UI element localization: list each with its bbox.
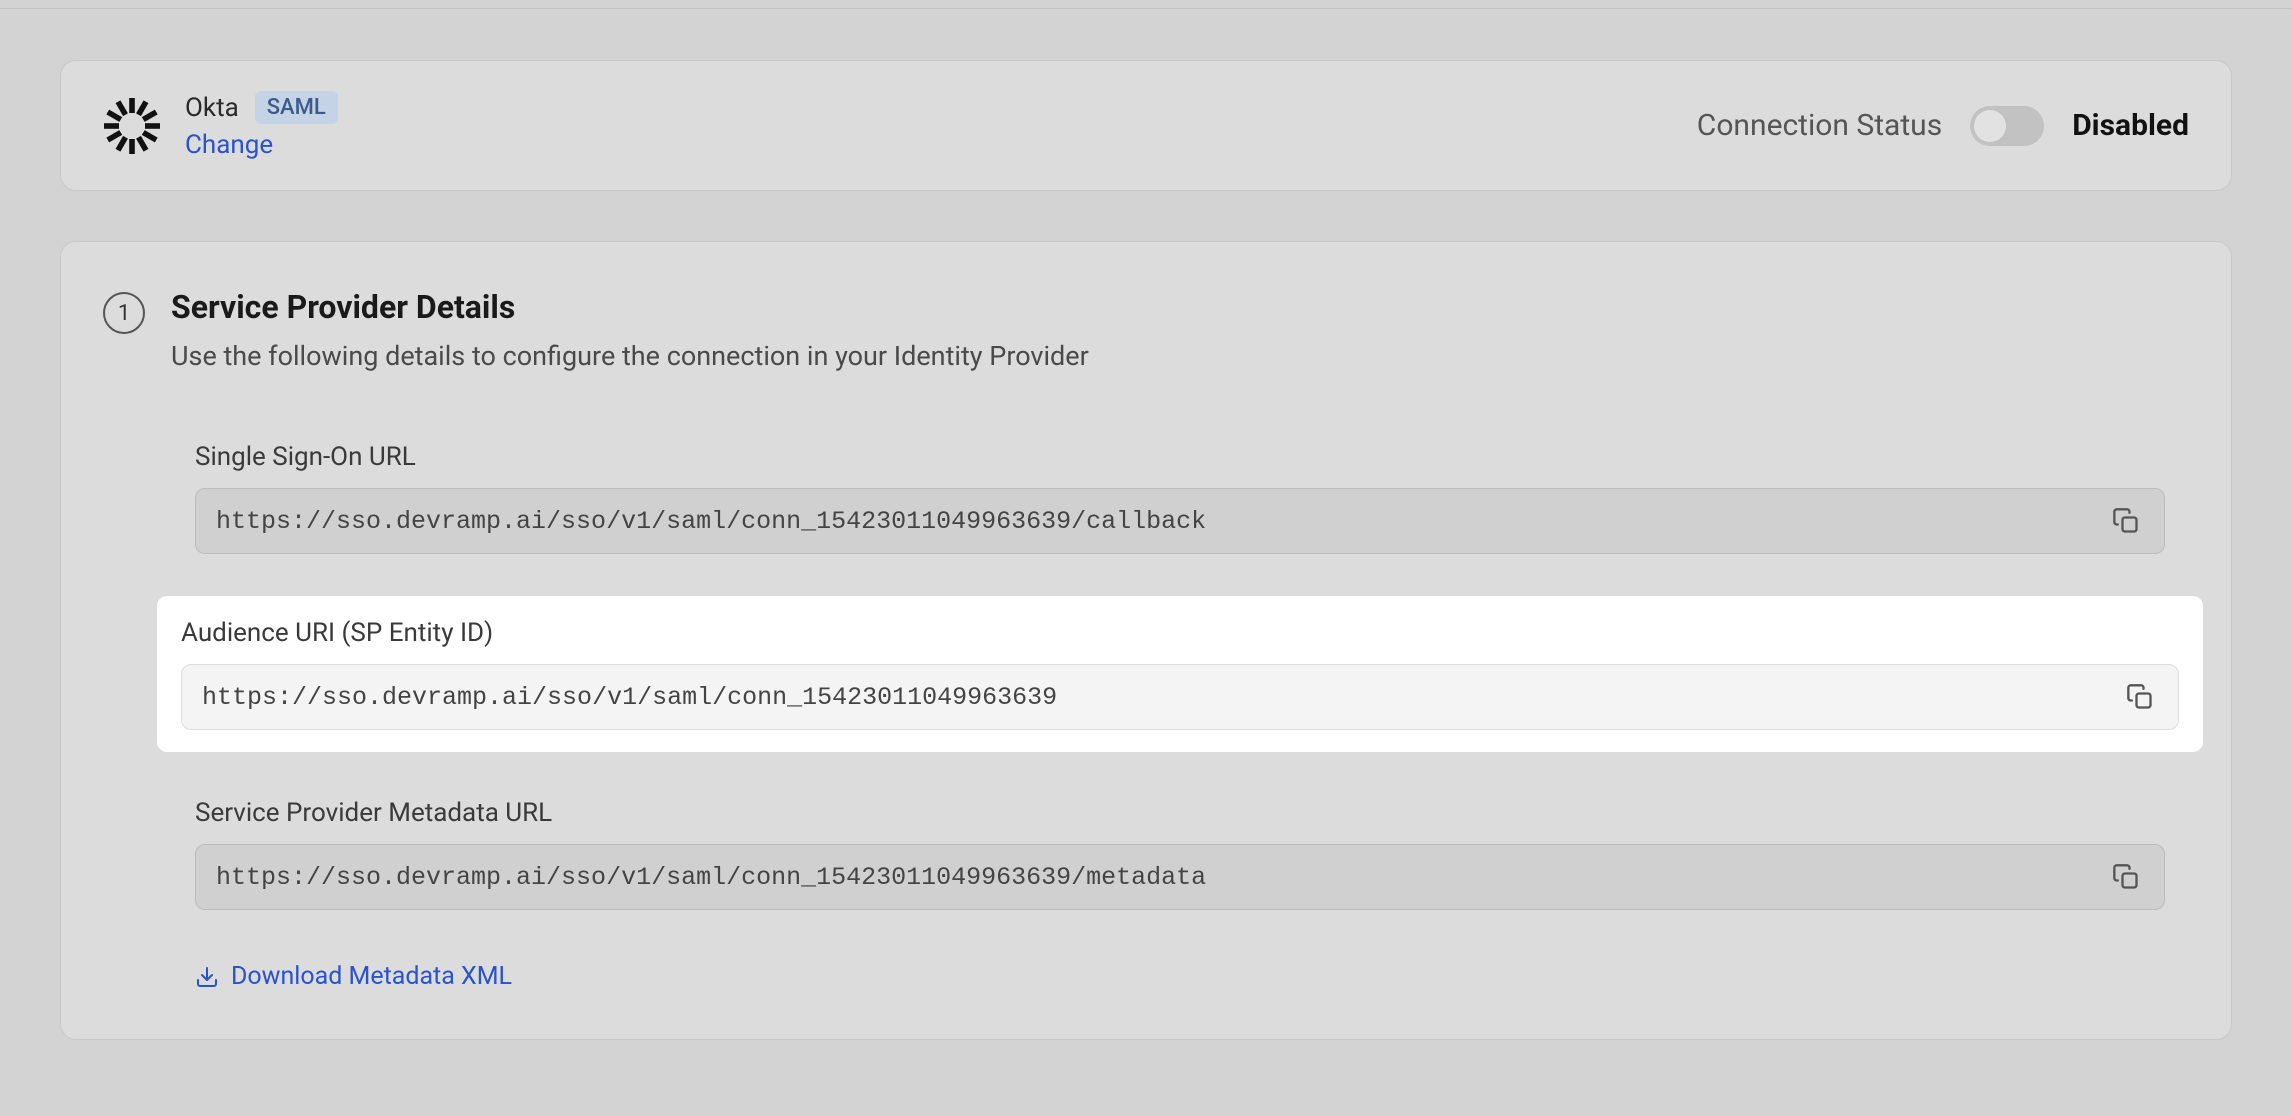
connection-toggle[interactable] — [1970, 106, 2044, 146]
metadata-url-label: Service Provider Metadata URL — [195, 798, 2165, 828]
metadata-url-input-wrap: https://sso.devramp.ai/sso/v1/saml/conn_… — [195, 844, 2165, 910]
provider-info: Okta SAML Change — [185, 91, 338, 160]
okta-logo-icon — [103, 97, 161, 155]
copy-metadata-url-button[interactable] — [2108, 859, 2144, 895]
copy-sso-url-button[interactable] — [2108, 503, 2144, 539]
audience-uri-label: Audience URI (SP Entity ID) — [181, 618, 2179, 648]
sso-url-input-wrap: https://sso.devramp.ai/sso/v1/saml/conn_… — [195, 488, 2165, 554]
download-metadata-link[interactable]: Download Metadata XML — [171, 962, 512, 991]
section-titles: Service Provider Details Use the followi… — [171, 288, 1089, 372]
sso-url-label: Single Sign-On URL — [195, 442, 2165, 472]
copy-icon — [2112, 863, 2140, 891]
sso-url-value: https://sso.devramp.ai/sso/v1/saml/conn_… — [216, 507, 2108, 536]
copy-audience-uri-button[interactable] — [2122, 679, 2158, 715]
connection-header-card: Okta SAML Change Connection Status Disab… — [60, 60, 2232, 191]
provider-name: Okta — [185, 93, 239, 123]
copy-icon — [2112, 507, 2140, 535]
fields-wrap: Single Sign-On URL https://sso.devramp.a… — [103, 426, 2189, 993]
metadata-url-value: https://sso.devramp.ai/sso/v1/saml/conn_… — [216, 863, 2108, 892]
section-title: Service Provider Details — [171, 288, 1089, 326]
toggle-knob — [1974, 110, 2006, 142]
step-number-badge: 1 — [103, 292, 145, 334]
section-header: 1 Service Provider Details Use the follo… — [103, 288, 2189, 372]
protocol-badge: SAML — [255, 91, 338, 124]
download-metadata-label: Download Metadata XML — [231, 962, 512, 991]
sso-url-field: Single Sign-On URL https://sso.devramp.a… — [171, 426, 2189, 566]
metadata-url-field: Service Provider Metadata URL https://ss… — [171, 782, 2189, 922]
connection-status-value: Disabled — [2072, 108, 2189, 143]
provider-top: Okta SAML — [185, 91, 338, 124]
header-right: Connection Status Disabled — [1697, 106, 2189, 146]
header-left: Okta SAML Change — [103, 91, 338, 160]
download-icon — [195, 965, 219, 989]
change-link[interactable]: Change — [185, 130, 338, 160]
connection-status-label: Connection Status — [1697, 108, 1942, 143]
copy-icon — [2126, 683, 2154, 711]
audience-uri-field: Audience URI (SP Entity ID) https://sso.… — [157, 596, 2203, 752]
service-provider-details-card: 1 Service Provider Details Use the follo… — [60, 241, 2232, 1040]
audience-uri-input-wrap: https://sso.devramp.ai/sso/v1/saml/conn_… — [181, 664, 2179, 730]
audience-uri-value: https://sso.devramp.ai/sso/v1/saml/conn_… — [202, 683, 2122, 712]
section-subtitle: Use the following details to configure t… — [171, 340, 1089, 372]
